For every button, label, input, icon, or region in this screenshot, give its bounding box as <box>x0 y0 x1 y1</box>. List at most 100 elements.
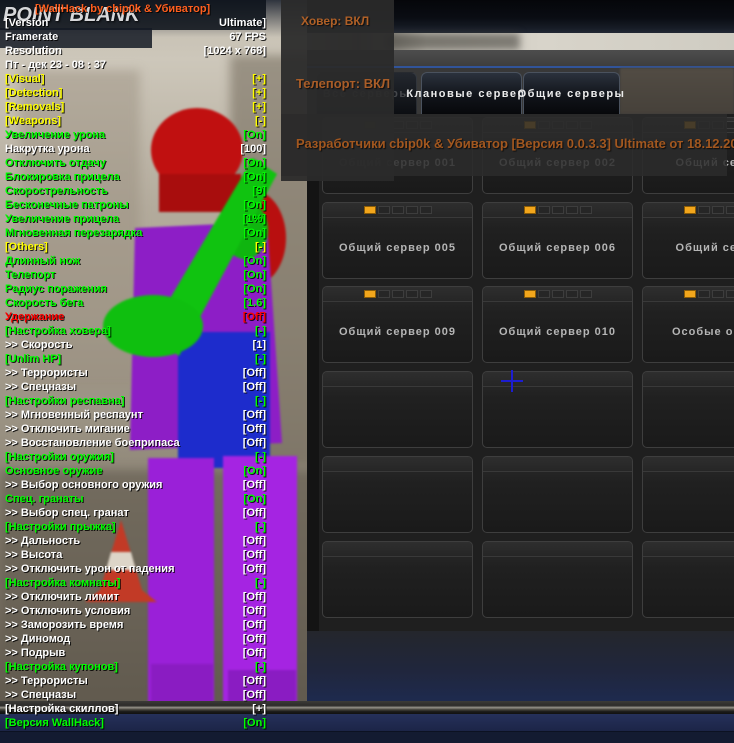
cheat-menu-row[interactable]: Блокировка прицела [On] <box>5 170 266 184</box>
cheat-menu-row[interactable]: Телепорт [On] <box>5 268 266 282</box>
cheat-menu-row[interactable]: [Visual] [+] <box>5 72 266 86</box>
cheat-menu-row[interactable]: >> Террористы [Off] <box>5 366 266 380</box>
server-card[interactable]: Общий сервер 010 <box>482 286 633 363</box>
cheat-menu-row[interactable]: >> Спецназы [Off] <box>5 380 266 394</box>
indicator-segment <box>419 290 432 298</box>
menu-row-value: [Off] <box>242 605 266 617</box>
indicator-segment <box>405 290 418 298</box>
cheat-menu-row[interactable]: Радиус поражения [On] <box>5 282 266 296</box>
menu-row-label: Framerate <box>5 31 59 43</box>
cheat-menu-title[interactable]: [WallHack by cbip0k & Убиватор] <box>5 2 266 16</box>
cheat-menu-row[interactable]: [Настройка комнаты] [-] <box>5 576 266 590</box>
server-card[interactable] <box>322 456 473 533</box>
cheat-menu-row[interactable]: Бесконечные патроны [On] <box>5 198 266 212</box>
menu-row-value: [Off] <box>242 437 266 449</box>
server-card[interactable] <box>322 541 473 618</box>
menu-row-label: Спец. гранаты <box>5 493 84 505</box>
cheat-menu-row[interactable]: >> Отключить условия [Off] <box>5 604 266 618</box>
indicator-segment <box>725 290 734 298</box>
cheat-menu-row[interactable]: [Настройки оружия] [-] <box>5 450 266 464</box>
cheat-menu-row[interactable]: [Version Ultimate] <box>5 16 266 30</box>
cheat-menu-row[interactable]: Увеличение прицела [1%] <box>5 212 266 226</box>
server-card[interactable] <box>482 541 633 618</box>
menu-row-label: Отключить отдачу <box>5 157 106 169</box>
menu-row-value: [Off] <box>242 479 266 491</box>
cheat-menu-row[interactable]: Framerate 67 FPS <box>5 30 266 44</box>
server-tab-2[interactable]: Клановые серверы <box>406 72 535 114</box>
cheat-menu-row[interactable]: >> Восстановление боеприпаса [Off] <box>5 436 266 450</box>
cheat-menu-row[interactable]: [Настройка купонов] [-] <box>5 660 266 674</box>
server-tab-3[interactable]: Общие серверы <box>518 72 624 114</box>
cheat-menu-row[interactable]: >> Диномод [Off] <box>5 632 266 646</box>
cheat-menu-row[interactable]: Накрутка урона [100] <box>5 142 266 156</box>
cheat-menu-row[interactable]: [Unlim HP] [-] <box>5 352 266 366</box>
menu-row-value: [On] <box>243 493 266 505</box>
server-card[interactable]: Общий серве <box>642 202 734 279</box>
cheat-menu-row[interactable]: [Detection] [+] <box>5 86 266 100</box>
menu-row-value: [1.6] <box>243 297 266 309</box>
cheat-menu-row[interactable]: >> Выбор спец. гранат [Off] <box>5 506 266 520</box>
cheat-menu-row[interactable]: Основное оружие [On] <box>5 464 266 478</box>
menu-row-value: [1%] <box>242 213 266 225</box>
menu-row-label: >> Заморозить время <box>5 619 124 631</box>
menu-row-label: Основное оружие <box>5 465 103 477</box>
server-card-name <box>483 557 632 617</box>
cheat-menu-row[interactable]: >> Скорость [1] <box>5 338 266 352</box>
menu-row-label: >> Скорость <box>5 339 73 351</box>
cheat-menu-row[interactable]: Скорость бега [1.6] <box>5 296 266 310</box>
menu-row-value: [On] <box>243 199 266 211</box>
server-card-name <box>483 387 632 447</box>
cheat-menu-row[interactable]: Мгновенная перезарядка [On] <box>5 226 266 240</box>
cheat-menu-row[interactable]: >> Заморозить время [Off] <box>5 618 266 632</box>
cheat-menu-row[interactable]: >> Спецназы [Off] <box>5 688 266 702</box>
server-card[interactable] <box>322 371 473 448</box>
server-card[interactable] <box>642 456 734 533</box>
cheat-menu-row[interactable]: [Weapons] [-] <box>5 114 266 128</box>
cheat-menu-row[interactable]: >> Мгновенный респаунт [Off] <box>5 408 266 422</box>
cheat-menu-row[interactable]: [Версия WallHack] [On] <box>5 716 266 730</box>
menu-row-label: Скорость бега <box>5 297 84 309</box>
cheat-menu-row[interactable]: Увеличение урона [On] <box>5 128 266 142</box>
cheat-menu-row[interactable]: [Настройка ховера] [-] <box>5 324 266 338</box>
indicator-segment <box>537 206 550 214</box>
menu-row-label: >> Террористы <box>5 367 88 379</box>
server-card[interactable]: Общий сервер 009 <box>322 286 473 363</box>
indicator-segment <box>711 290 724 298</box>
server-card[interactable] <box>642 541 734 618</box>
cheat-menu-row[interactable]: [Настройка скиллов] [+] <box>5 702 266 716</box>
menu-row-value: [-] <box>255 395 266 407</box>
cheat-menu-row[interactable]: >> Подрыв [Off] <box>5 646 266 660</box>
cheat-menu-row[interactable]: [Others] [-] <box>5 240 266 254</box>
game-screenshot: POINT BLANK Все серверыКлановые серверыО… <box>0 0 734 743</box>
cheat-menu-row[interactable]: >> Отключить урон от падения [Off] <box>5 562 266 576</box>
menu-row-value: [-] <box>255 451 266 463</box>
crosshair-cursor <box>501 370 523 392</box>
cheat-menu-row[interactable]: Пт - дек 23 - 08 : 37 <box>5 58 266 72</box>
cheat-menu-row[interactable]: >> Отключить мигание [Off] <box>5 422 266 436</box>
cheat-menu-row[interactable]: Спец. гранаты [On] <box>5 492 266 506</box>
indicator-segment <box>579 290 592 298</box>
cheat-menu-row[interactable]: Скорострельность [9] <box>5 184 266 198</box>
cheat-menu-row[interactable]: [Настройки респавна] [-] <box>5 394 266 408</box>
cheat-menu-row[interactable]: Отключить отдачу [On] <box>5 156 266 170</box>
cheat-menu-row[interactable]: >> Отключить лимит [Off] <box>5 590 266 604</box>
cheat-menu-row[interactable]: >> Дальность [Off] <box>5 534 266 548</box>
server-card[interactable]: Общий сервер 005 <box>322 202 473 279</box>
cheat-menu-row[interactable]: Длинный нож [On] <box>5 254 266 268</box>
cheat-menu-row[interactable]: [Настройки прыжка] [-] <box>5 520 266 534</box>
menu-row-value: [+] <box>252 87 266 99</box>
menu-row-label: >> Высота <box>5 549 63 561</box>
server-card[interactable] <box>642 371 734 448</box>
cheat-menu-row[interactable]: >> Выбор основного оружия [Off] <box>5 478 266 492</box>
cheat-menu-row[interactable]: >> Террористы [Off] <box>5 674 266 688</box>
cheat-menu-row[interactable]: Удержание [Off] <box>5 310 266 324</box>
cheat-menu-row[interactable]: >> Высота [Off] <box>5 548 266 562</box>
server-card[interactable]: Особые опера <box>642 286 734 363</box>
server-card[interactable]: Общий сервер 006 <box>482 202 633 279</box>
server-card[interactable] <box>482 456 633 533</box>
menu-row-label: Радиус поражения <box>5 283 107 295</box>
cheat-menu-row[interactable]: [Removals] [+] <box>5 100 266 114</box>
menu-row-value: [On] <box>243 283 266 295</box>
menu-row-label: [Настройка ховера] <box>5 325 111 337</box>
cheat-menu-row[interactable]: Resolution [1024 x 768] <box>5 44 266 58</box>
